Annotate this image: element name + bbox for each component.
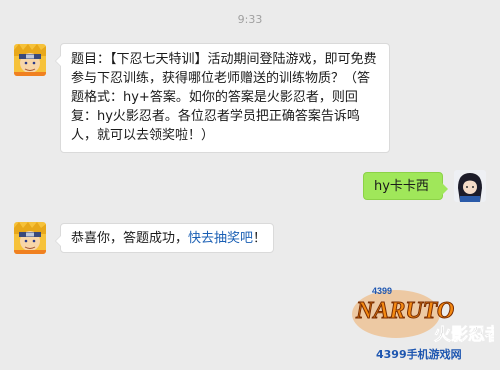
svg-text:火影忍者: 火影忍者 xyxy=(434,324,494,345)
svg-text:4399手机游戏网: 4399手机游戏网 xyxy=(376,347,462,361)
user-avatar[interactable] xyxy=(454,170,486,202)
lottery-link[interactable]: 快去抽奖吧 xyxy=(188,231,253,246)
received-message-bubble: 题目：【下忍七天特训】活动期间登陆游戏，即可免费参与下忍训练，获得哪位老师赠送的… xyxy=(55,43,390,153)
naruto-avatar[interactable] xyxy=(14,44,46,76)
naruto-avatar-icon xyxy=(14,44,46,76)
message-text: 题目：【下忍七天特训】活动期间登陆游戏，即可免费参与下忍训练，获得哪位老师赠送的… xyxy=(71,52,377,143)
naruto-4399-watermark: 4399 NARUTO 火影忍者 4399手机游戏网 xyxy=(334,284,500,364)
message-text: 恭喜你，答题成功， xyxy=(71,231,189,246)
message-text: hy卡卡西 xyxy=(374,179,429,194)
message-text: ！ xyxy=(253,231,267,246)
naruto-logo-icon: 4399 NARUTO 火影忍者 4399手机游戏网 xyxy=(352,286,500,361)
message-timestamp: 9:33 xyxy=(237,13,263,26)
svg-text:NARUTO: NARUTO xyxy=(355,298,454,324)
naruto-avatar-icon xyxy=(14,222,46,254)
user-avatar-icon xyxy=(454,170,486,202)
naruto-avatar[interactable] xyxy=(14,222,46,254)
svg-text:4399: 4399 xyxy=(372,286,392,296)
received-message-bubble: 恭喜你，答题成功，快去抽奖吧！ xyxy=(55,223,274,253)
sent-message-bubble: hy卡卡西 xyxy=(363,172,448,200)
